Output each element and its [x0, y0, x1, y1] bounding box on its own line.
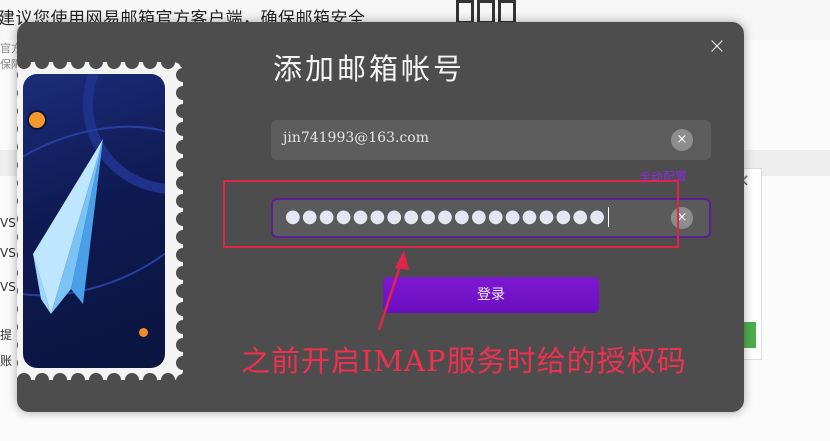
- stamp-perforation: [176, 140, 190, 154]
- stamp-perforation: [176, 68, 190, 82]
- stamp-perforation: [161, 373, 175, 387]
- add-account-dialog: × 添加邮箱帐号 jin741993@163.com × 手动配置 ●●●●●●…: [17, 22, 744, 412]
- stamp-perforation: [176, 284, 190, 298]
- stamp-perforation: [179, 55, 193, 69]
- stamp-perforation: [17, 104, 18, 118]
- stamp-perforation: [89, 55, 103, 69]
- stamp-perforation: [71, 55, 85, 69]
- stamp-perforation: [176, 338, 190, 352]
- login-button[interactable]: 登录: [383, 277, 599, 313]
- stamp-perforation: [125, 373, 139, 387]
- stamp-perforation: [176, 176, 190, 190]
- stamp-perforation: [53, 55, 67, 69]
- background-side-label: 账: [0, 354, 13, 368]
- email-value: jin741993@163.com: [283, 130, 429, 146]
- space-scene-image: [23, 74, 165, 368]
- stamp-perforation: [17, 248, 18, 262]
- stamp-perforation: [17, 302, 18, 316]
- stamp-perforation: [176, 158, 190, 172]
- stamp-perforation: [176, 356, 190, 370]
- stamp-perforation: [35, 55, 49, 69]
- stamp-perforation: [176, 212, 190, 226]
- stamp-perforation: [89, 373, 103, 387]
- clear-email-icon[interactable]: ×: [671, 129, 693, 151]
- stamp-perforation: [176, 86, 190, 100]
- paper-plane-icon: [33, 139, 103, 314]
- stamp-perforation: [71, 373, 85, 387]
- annotation-highlight-box: [223, 180, 679, 248]
- stamp-perforation: [107, 55, 121, 69]
- stamp-perforation: [107, 373, 121, 387]
- background-green-button[interactable]: [742, 322, 756, 348]
- stamp-perforation: [17, 140, 18, 154]
- stamp-perforation: [17, 194, 18, 208]
- stamp-perforation: [53, 373, 67, 387]
- email-field[interactable]: jin741993@163.com ×: [271, 120, 711, 160]
- stamp-perforation: [176, 302, 190, 316]
- stamp-perforation: [17, 356, 18, 370]
- stamp-perforation: [161, 55, 175, 69]
- stamp-perforation: [17, 338, 18, 352]
- stamp-perforation: [17, 320, 18, 334]
- stamp-perforation: [17, 284, 18, 298]
- stamp-perforation: [176, 104, 190, 118]
- dialog-title: 添加邮箱帐号: [273, 52, 466, 86]
- stamp-perforation: [17, 122, 18, 136]
- stamp-illustration: [17, 55, 193, 388]
- annotation-note: 之前开启IMAP服务时给的授权码: [241, 344, 687, 378]
- stamp-perforation: [17, 68, 18, 82]
- stamp-perforation: [143, 55, 157, 69]
- stamp-perforation: [176, 194, 190, 208]
- stamp-perforation: [176, 266, 190, 280]
- stamp-perforation: [176, 320, 190, 334]
- stamp-perforation: [17, 212, 18, 226]
- stamp-perforation: [35, 373, 49, 387]
- stamp-perforation: [17, 158, 18, 172]
- stamp-perforation: [176, 122, 190, 136]
- stamp-perforation: [176, 374, 190, 388]
- stamp-perforation: [17, 55, 31, 69]
- stamp-perforation: [176, 248, 190, 262]
- close-icon[interactable]: ×: [707, 36, 727, 58]
- stamp-perforation: [143, 373, 157, 387]
- stamp-perforation: [17, 176, 18, 190]
- stamp-perforation: [176, 230, 190, 244]
- stamp-perforation: [17, 86, 18, 100]
- stamp-perforation: [125, 55, 139, 69]
- stamp-perforation: [17, 373, 31, 387]
- stamp-perforation: [17, 230, 18, 244]
- stamp-perforation: [17, 266, 18, 280]
- background-side-label: 提: [0, 328, 13, 342]
